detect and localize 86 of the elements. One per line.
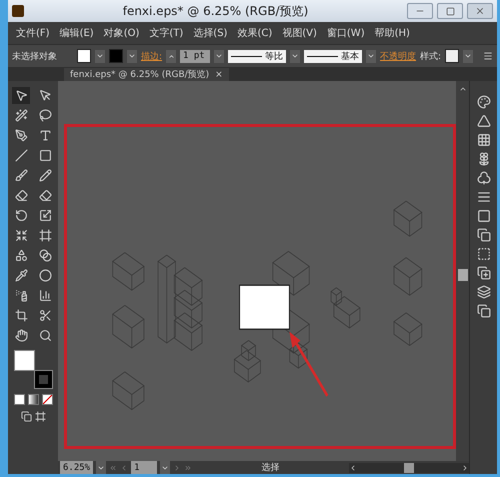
eyedropper-icon [14,269,28,282]
window-title: fenxi.eps* @ 6.25% (RGB/预览) [122,2,310,20]
graph-icon [38,289,52,302]
menu-item[interactable]: 编辑(E) [56,26,98,40]
fill-dropdown[interactable] [95,50,105,62]
menu-item[interactable]: 对象(O) [100,26,144,40]
rotate-icon [14,209,28,222]
fill-swatch[interactable] [77,49,91,63]
scale-icon [38,209,52,222]
zoom-field[interactable]: 6.25% [60,461,94,474]
horizontal-scrollbar[interactable] [349,462,469,472]
layers-icon[interactable] [476,285,490,299]
scroll-up-icon[interactable] [458,85,466,93]
current-tool-status: 选择 [260,462,281,474]
selection-status: 未选择对象 [12,50,57,62]
spinner-icon [168,52,175,60]
style-swatch[interactable] [445,49,460,63]
none-mode-button[interactable] [42,394,52,405]
menu-item[interactable]: 视图(V) [278,26,321,40]
gradient-mode-button[interactable] [28,394,38,405]
palette-icon[interactable] [476,95,490,109]
caret-icon [96,52,104,60]
brush-dropdown[interactable] [366,50,376,62]
style-label: 样式: [420,50,442,62]
width-dropdown[interactable] [290,50,300,62]
menu-item[interactable]: 选择(S) [189,26,232,40]
stroke-swatch[interactable] [109,49,123,63]
selection-tool-icon [38,89,52,102]
vertical-scrollbar[interactable] [456,81,469,461]
last-artboard-icon[interactable] [184,464,192,472]
panel-menu-icon[interactable] [483,51,493,61]
club-icon[interactable] [476,171,490,185]
artboard-field[interactable]: 1 [131,461,158,474]
line-tool-icon [14,149,28,162]
maximize-icon [446,6,454,16]
document-tab[interactable]: fenxi.eps* @ 6.25% (RGB/预览) × [64,68,229,81]
scroll-right-icon[interactable] [461,464,469,472]
rectangle-shape [239,284,290,330]
stroke-link[interactable]: 描边: [141,50,162,62]
triangle-icon[interactable] [476,114,490,128]
symbol-sprayer-icon [14,289,28,302]
weight-dropdown[interactable] [214,50,224,62]
direct-select-tool-button[interactable] [12,87,30,104]
style-dropdown[interactable] [463,50,474,62]
caret-icon [367,52,376,60]
menu-item[interactable]: 帮助(H) [370,26,414,40]
color-mode-button[interactable] [14,394,24,405]
brush-select[interactable]: 基本 [304,50,362,62]
menu-item[interactable]: 效果(C) [233,26,276,40]
stroke-weight-field[interactable]: 1 pt [180,50,210,62]
rectangle-tool-icon [38,149,52,162]
lasso-icon [38,109,52,122]
caret-icon [291,52,300,60]
stroke-dropdown[interactable] [127,50,137,62]
opacity-link[interactable]: 不透明度 [380,50,416,62]
first-artboard-icon[interactable] [109,464,118,472]
hand-icon [14,329,28,342]
artboard-dropdown[interactable] [160,461,170,474]
caret-icon [464,52,472,60]
pointer-arrow [289,332,329,396]
zoom-dropdown[interactable] [96,461,106,474]
magic-wand-icon [14,109,28,122]
pen-tool-icon [14,129,28,142]
close-icon [475,6,485,16]
shape-builder-icon [14,249,28,262]
eraser-icon [38,189,52,202]
app-icon [12,5,24,17]
menu-item[interactable]: 文字(T) [145,26,188,40]
swatches-icon[interactable] [476,133,490,147]
caret-icon [128,52,136,60]
menu-item[interactable]: 文件(F) [12,26,54,40]
caret-icon [215,52,224,60]
weight-spinner[interactable] [166,50,176,62]
stroke-color-swatch[interactable] [35,371,52,388]
scroll-thumb[interactable] [458,269,468,281]
pencil-icon [38,169,52,182]
type-tool-icon [38,129,52,142]
fill-color-swatch[interactable] [14,350,35,371]
maximize-button[interactable] [437,3,463,19]
zoom-icon [38,329,52,342]
variable-width-select[interactable]: 等比 [228,50,286,62]
tab-close[interactable]: × [215,70,223,80]
direct-select-tool-icon [14,89,28,102]
scroll-left-icon[interactable] [349,464,357,472]
scroll-thumb[interactable] [404,462,414,472]
menu-item[interactable]: 窗口(W) [322,26,369,40]
